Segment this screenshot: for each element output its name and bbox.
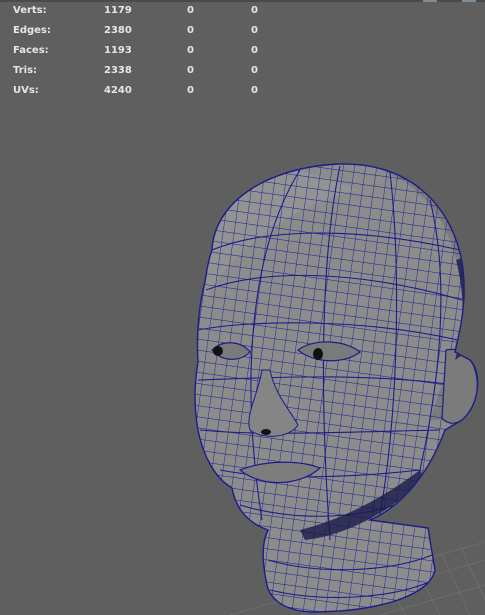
hud-row-verts: Verts: 1179 0 0 [0,2,300,22]
3d-viewport[interactable]: Verts: 1179 0 0 Edges: 2380 0 0 Faces: 1… [0,0,485,615]
hud-row-faces: Faces: 1193 0 0 [0,42,300,62]
hud-total: 2380 [104,25,132,36]
hud-components: 0 [251,5,258,16]
poly-count-hud: Verts: 1179 0 0 Edges: 2380 0 0 Faces: 1… [0,2,300,102]
hud-label: Tris: [13,65,38,76]
hud-row-uvs: UVs: 4240 0 0 [0,82,300,102]
hud-label: UVs: [13,85,39,96]
hud-total: 1179 [104,5,132,16]
hud-components: 0 [251,65,258,76]
hud-row-edges: Edges: 2380 0 0 [0,22,300,42]
hud-components: 0 [251,25,258,36]
hud-selected: 0 [187,25,194,36]
hud-total: 1193 [104,45,132,56]
hud-row-tris: Tris: 2338 0 0 [0,62,300,82]
hud-components: 0 [251,45,258,56]
hud-label: Verts: [13,5,47,16]
hud-label: Edges: [13,25,51,36]
hud-total: 2338 [104,65,132,76]
hud-total: 4240 [104,85,132,96]
hud-selected: 0 [187,5,194,16]
hud-selected: 0 [187,65,194,76]
hud-selected: 0 [187,45,194,56]
head-mesh-icon[interactable] [190,160,485,615]
hud-label: Faces: [13,45,49,56]
hud-selected: 0 [187,85,194,96]
hud-components: 0 [251,85,258,96]
